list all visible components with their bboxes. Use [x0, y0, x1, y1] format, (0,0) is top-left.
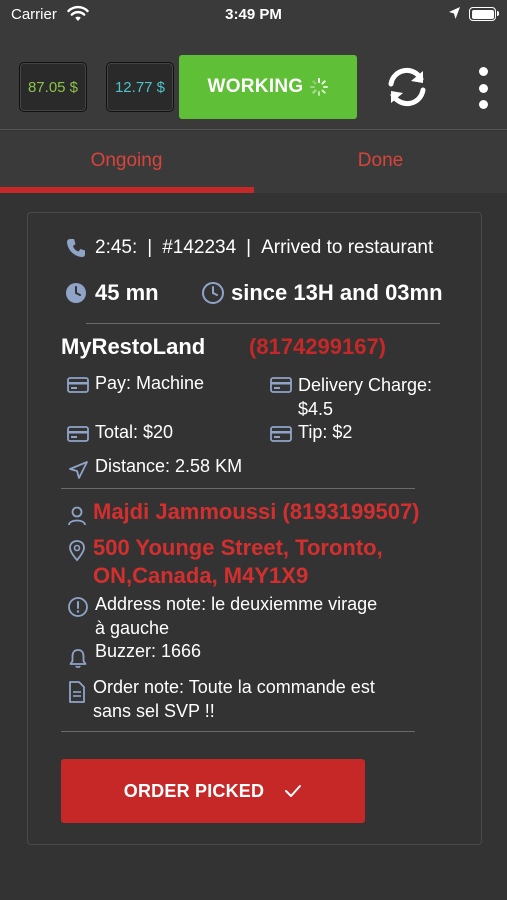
- tab-done[interactable]: Done: [254, 131, 507, 193]
- order-distance-label: Distance: 2.58 KM: [95, 456, 243, 476]
- card-icon: [67, 377, 89, 393]
- restaurant-name: MyRestoLand: [61, 334, 206, 359]
- order-picked-button[interactable]: ORDER PICKED: [61, 759, 365, 823]
- customer-row: Majdi Jammoussi (8193199507): [67, 499, 420, 527]
- duration-block: 45 mn: [65, 280, 159, 306]
- divider: [61, 731, 415, 732]
- customer-name-phone-link[interactable]: Majdi Jammoussi (8193199507): [93, 499, 420, 525]
- address-line-1: 500 Younge Street, Toronto,: [93, 535, 383, 560]
- divider: [86, 323, 440, 324]
- active-tab-indicator: [0, 187, 254, 193]
- address-note: Address note: le deuxiemme virage à gauc…: [67, 592, 377, 640]
- pay-method: Pay: Machine: [67, 373, 204, 394]
- tab-ongoing[interactable]: Ongoing: [0, 131, 254, 193]
- card-icon: [270, 377, 292, 393]
- navigation-arrow-icon: [69, 461, 88, 479]
- order-total: Total: $20: [67, 422, 173, 443]
- clock-icon: [66, 283, 86, 303]
- battery-icon: [469, 7, 499, 21]
- location-arrow-icon: [449, 7, 460, 19]
- clock-outline-icon: [202, 282, 224, 304]
- tab-ongoing-label: Ongoing: [90, 150, 163, 171]
- delivery-charge-label: Delivery Charge:: [298, 375, 433, 395]
- order-tip-label: Tip: $2: [298, 422, 353, 442]
- order-note-line-1: Order note: Toute la commande est: [93, 677, 375, 697]
- info-circle-icon: [68, 597, 88, 617]
- address-note-text: Address note: le deuxiemme virage à gauc…: [95, 592, 377, 640]
- since-block: since 13H and 03mn: [201, 280, 443, 306]
- restaurant-phone-link[interactable]: (8174299167): [249, 334, 386, 360]
- status-bar: Carrier 3:49 PM: [0, 0, 507, 30]
- refresh-icon[interactable]: [383, 65, 431, 109]
- order-status: Arrived to restaurant: [261, 237, 434, 258]
- order-note-text: Order note: Toute la commande est sans s…: [93, 675, 375, 723]
- order-number: #142234: [162, 237, 237, 258]
- customer-address: 500 Younge Street, Toronto, ON,Canada, M…: [67, 534, 383, 590]
- order-distance: Distance: 2.58 KM: [67, 456, 242, 480]
- order-header: 2:45: | #142234 | Arrived to restaurant: [65, 237, 433, 259]
- order-duration: 45 mn: [95, 280, 159, 305]
- map-pin-icon: [69, 540, 85, 562]
- delivery-charge-value: $4.5: [298, 399, 334, 419]
- order-note: Order note: Toute la commande est sans s…: [67, 675, 375, 723]
- delivery-charge: Delivery Charge: $4.5: [270, 373, 432, 421]
- balance-cash-badge: 12.77 $: [106, 62, 174, 112]
- buzzer: Buzzer: 1666: [67, 641, 201, 669]
- card-icon: [270, 426, 292, 442]
- checkmark-icon: [285, 785, 302, 797]
- order-time: 2:45:: [95, 237, 138, 258]
- tab-bar: Ongoing Done: [0, 131, 507, 193]
- address-line-2: ON,Canada, M4Y1X9: [93, 563, 309, 588]
- delivery-charge-text: Delivery Charge: $4.5: [298, 373, 432, 421]
- order-since: since 13H and 03mn: [231, 280, 443, 305]
- document-icon: [69, 681, 85, 703]
- customer-address-link[interactable]: 500 Younge Street, Toronto, ON,Canada, M…: [93, 534, 383, 590]
- divider: [61, 488, 415, 489]
- clock: 3:49 PM: [225, 6, 282, 23]
- separator-text: |: [147, 237, 153, 258]
- order-tip: Tip: $2: [270, 422, 352, 443]
- spinner-icon: [309, 78, 328, 96]
- more-menu-icon[interactable]: [472, 67, 494, 109]
- address-note-line-1: Address note: le deuxiemme virage: [95, 594, 378, 614]
- working-status-button[interactable]: WORKING: [179, 55, 357, 119]
- bell-icon: [69, 649, 87, 668]
- tab-done-label: Done: [357, 150, 404, 171]
- top-bar: 87.05 $ 12.77 $ WORKING: [0, 30, 507, 130]
- buzzer-label: Buzzer: 1666: [95, 641, 202, 661]
- user-icon: [68, 506, 86, 526]
- separator-text: |: [246, 237, 252, 258]
- phone-icon: [67, 239, 85, 257]
- order-note-line-2: sans sel SVP !!: [93, 701, 215, 721]
- order-card[interactable]: 2:45: | #142234 | Arrived to restaurant …: [27, 212, 482, 845]
- pay-method-label: Pay: Machine: [95, 373, 205, 393]
- working-label: WORKING: [207, 76, 304, 97]
- balance-earnings-badge: 87.05 $: [19, 62, 87, 112]
- address-note-line-2: à gauche: [95, 618, 170, 638]
- order-picked-label: ORDER PICKED: [123, 780, 265, 801]
- card-icon: [67, 426, 89, 442]
- order-total-label: Total: $20: [95, 422, 174, 442]
